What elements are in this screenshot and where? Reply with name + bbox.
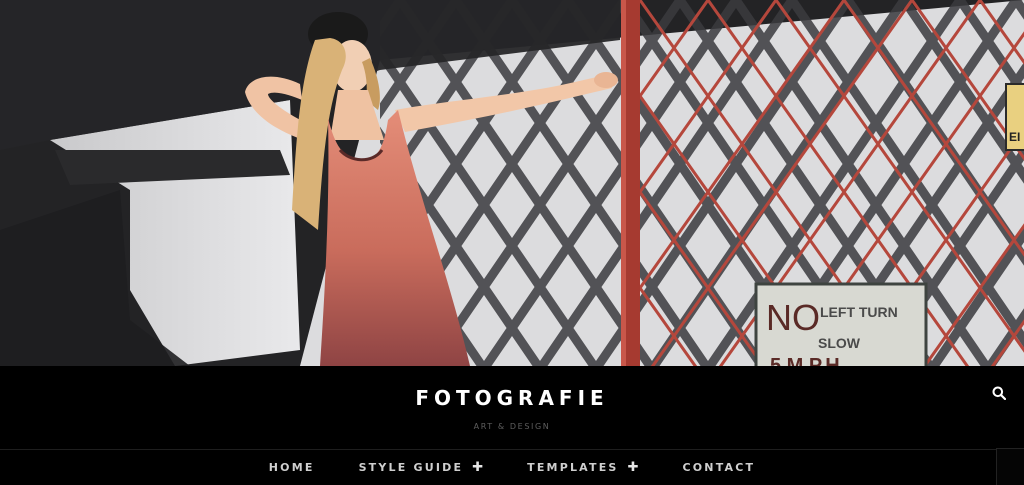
sign-left-turn-text: LEFT TURN [820,304,898,320]
sign-speed-text: 5 M.P.H [770,355,840,366]
nav-item-style-guide[interactable]: STYLE GUIDE ✚ [359,460,484,475]
site-tagline: ART & DESIGN [473,422,551,431]
nav-item-label: HOME [268,461,315,474]
hero-image: NO LEFT TURN SLOW 5 M.P.H EI [0,0,1024,366]
nav-item-label: STYLE GUIDE [358,461,464,474]
road-sign: NO LEFT TURN SLOW 5 M.P.H [754,282,928,366]
site-title[interactable]: FOTOGRAFIE [0,386,1024,410]
nav-item-contact[interactable]: CONTACT [682,461,755,474]
sign-no-text: NO [766,297,820,338]
edge-sign: EI [1005,83,1024,151]
nav-item-home[interactable]: HOME [269,461,315,474]
scroll-to-top-button[interactable] [996,448,1024,485]
nav-item-label: TEMPLATES [527,461,619,474]
edge-sign-text: EI [1009,130,1020,144]
plus-icon[interactable]: ✚ [472,460,483,475]
plus-icon[interactable]: ✚ [628,460,639,475]
main-navigation: HOME STYLE GUIDE ✚ TEMPLATES ✚ CONTACT [0,450,1024,485]
sign-slow-text: SLOW [818,335,861,351]
search-button[interactable] [988,382,1010,404]
site-header: FOTOGRAFIE ART & DESIGN HOME STYLE GUIDE… [0,366,1024,485]
hero-illustration: NO LEFT TURN SLOW 5 M.P.H EI [0,0,1024,366]
search-icon [992,386,1006,400]
nav-item-templates[interactable]: TEMPLATES ✚ [527,460,638,475]
nav-item-label: CONTACT [682,461,756,474]
